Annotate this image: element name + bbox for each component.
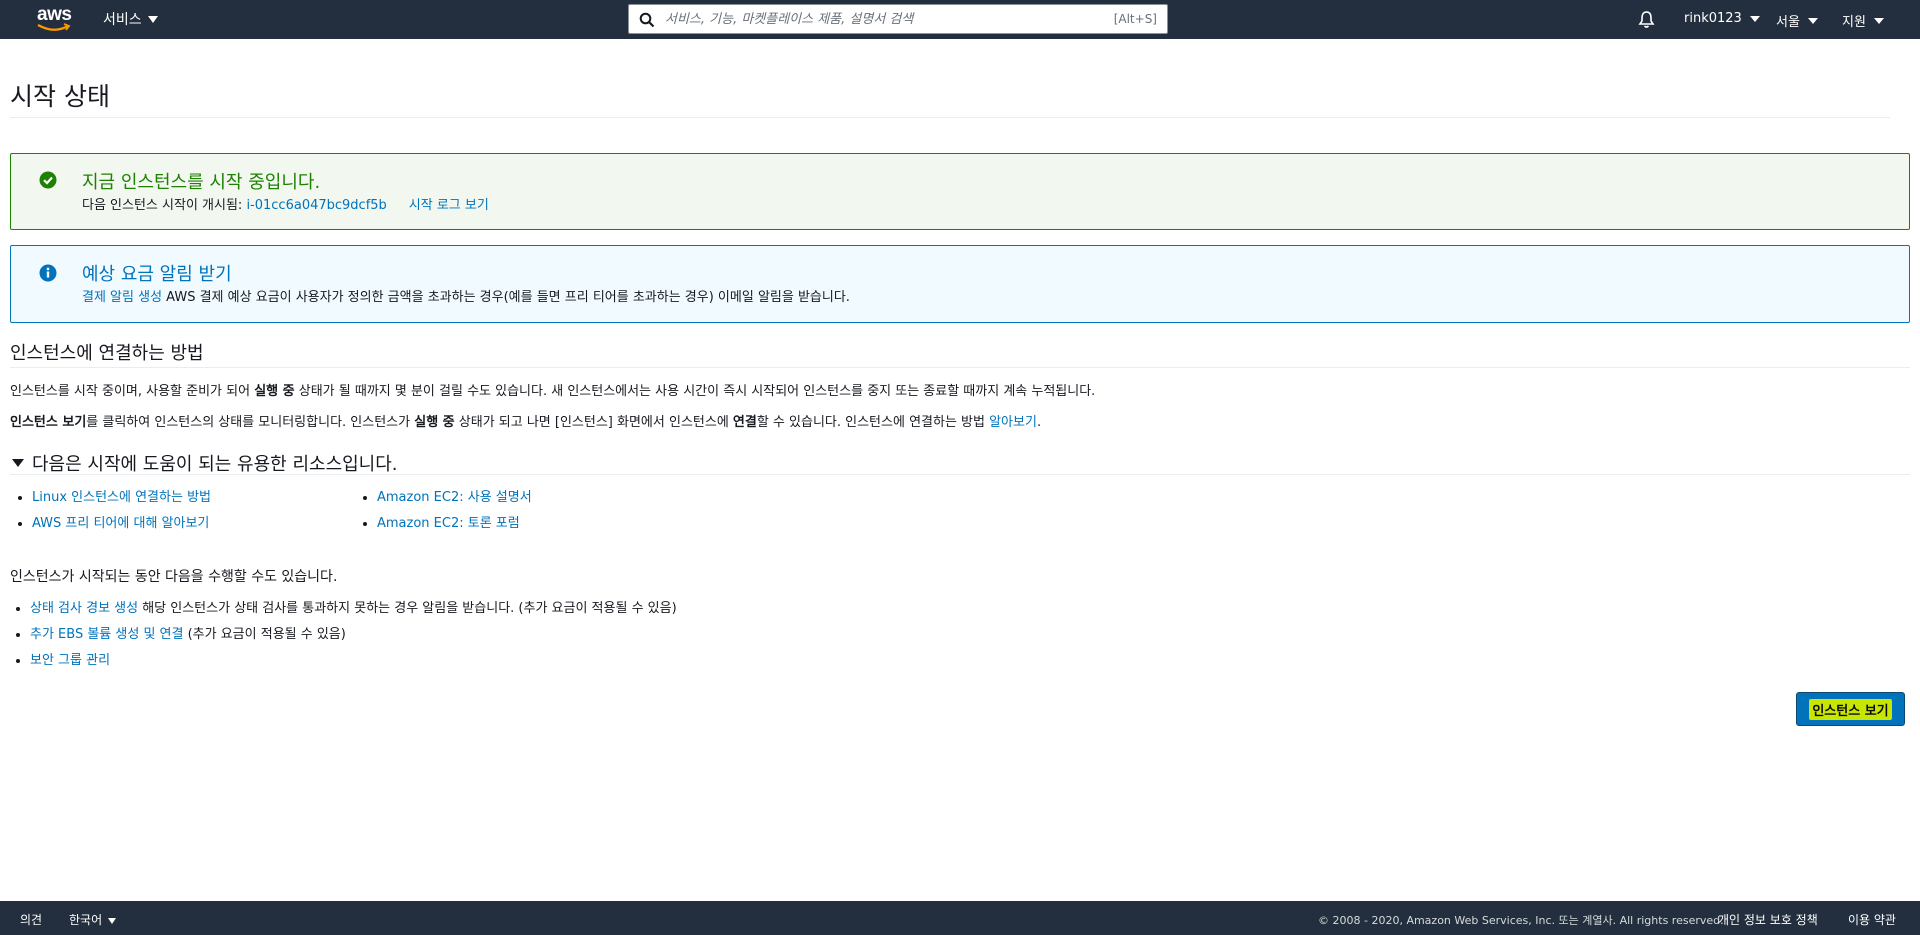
list-item: 상태 검사 경보 생성 해당 인스턴스가 상태 검사를 통과하지 못하는 경우 … bbox=[10, 596, 677, 622]
info-circle-icon bbox=[39, 264, 57, 282]
info-alert-body: 결제 알림 생성 AWS 결제 예상 요금이 사용자가 정의한 금액을 초과하는… bbox=[82, 286, 850, 305]
bold-text: 연결 bbox=[732, 415, 757, 430]
connect-paragraph-1: 인스턴스를 시작 중이며, 사용할 준비가 되어 실행 중 상태가 될 때까지 … bbox=[10, 380, 1095, 399]
resources-list-right: Amazon EC2: 사용 설명서 Amazon EC2: 토론 포럼 bbox=[357, 485, 532, 537]
bell-icon[interactable] bbox=[1638, 10, 1655, 29]
caret-down-icon bbox=[1749, 15, 1760, 22]
instance-id-link[interactable]: i-01cc6a047bc9dcf5b bbox=[246, 198, 386, 213]
text-span: . bbox=[1036, 415, 1042, 430]
bold-text: 실행 중 bbox=[254, 384, 295, 399]
top-navigation: aws 서비스 [Alt+S] rink0123 서울 지원 bbox=[0, 0, 1920, 39]
resources-expander[interactable]: 다음은 시작에 도움이 되는 유용한 리소스입니다. bbox=[12, 450, 398, 476]
copyright-text: © 2008 - 2020, Amazon Web Services, Inc.… bbox=[1318, 914, 1724, 927]
create-billing-alert-link[interactable]: 결제 알림 생성 bbox=[82, 290, 162, 305]
list-item: Linux 인스턴스에 연결하는 방법 bbox=[12, 485, 211, 511]
resource-link-linux-connect[interactable]: Linux 인스턴스에 연결하는 방법 bbox=[32, 490, 211, 505]
view-launch-log-link[interactable]: 시작 로그 보기 bbox=[409, 198, 489, 213]
success-alert-text: 다음 인스턴스 시작이 개시됨: bbox=[82, 198, 247, 213]
tasks-list: 상태 검사 경보 생성 해당 인스턴스가 상태 검사를 통과하지 못하는 경우 … bbox=[10, 596, 677, 674]
resource-link-ec2-guide[interactable]: Amazon EC2: 사용 설명서 bbox=[377, 490, 532, 505]
bold-text: 실행 중 bbox=[414, 415, 455, 430]
resource-link-ec2-forum[interactable]: Amazon EC2: 토론 포럼 bbox=[377, 516, 520, 531]
list-item: AWS 프리 티어에 대해 알아보기 bbox=[12, 511, 211, 537]
list-item: 추가 EBS 볼륨 생성 및 연결 (추가 요금이 적용될 수 있음) bbox=[10, 622, 677, 648]
list-item: Amazon EC2: 사용 설명서 bbox=[357, 485, 532, 511]
services-label: 서비스 bbox=[103, 12, 142, 28]
connect-section-divider bbox=[10, 367, 1910, 368]
create-ebs-volume-link[interactable]: 추가 EBS 볼륨 생성 및 연결 bbox=[30, 627, 183, 642]
caret-down-icon bbox=[1873, 17, 1884, 24]
language-label: 한국어 bbox=[69, 913, 103, 927]
search-icon bbox=[639, 12, 655, 28]
task-description: 해당 인스턴스가 상태 검사를 통과하지 못하는 경우 알림을 받습니다. (추… bbox=[138, 601, 677, 616]
success-alert-title: 지금 인스턴스를 시작 중입니다. bbox=[82, 172, 321, 193]
privacy-policy-link[interactable]: 개인 정보 보호 정책 bbox=[1718, 911, 1818, 928]
view-instances-button[interactable]: 인스턴스 보기 bbox=[1796, 692, 1905, 726]
caret-down-icon bbox=[1807, 17, 1818, 24]
resources-title: 다음은 시작에 도움이 되는 유용한 리소스입니다. bbox=[32, 454, 398, 475]
success-alert-body: 다음 인스턴스 시작이 개시됨: i-01cc6a047bc9dcf5b 시작 로… bbox=[82, 194, 489, 213]
search-shortcut-hint: [Alt+S] bbox=[1113, 12, 1157, 26]
info-alert-title: 예상 요금 알림 받기 bbox=[82, 264, 232, 285]
terms-link[interactable]: 이용 약관 bbox=[1848, 911, 1896, 928]
text-span: 상태가 되고 나면 [인스턴스] 화면에서 인스턴스에 bbox=[454, 415, 733, 430]
language-selector[interactable]: 한국어 bbox=[69, 911, 117, 928]
footer: 의견 한국어 © 2008 - 2020, Amazon Web Service… bbox=[0, 901, 1920, 935]
resources-divider bbox=[10, 474, 1910, 475]
bold-text: 인스턴스 보기 bbox=[10, 415, 87, 430]
text-span: 할 수 있습니다. 인스턴스에 연결하는 방법 bbox=[756, 415, 990, 430]
resources-list-left: Linux 인스턴스에 연결하는 방법 AWS 프리 티어에 대해 알아보기 bbox=[12, 485, 211, 537]
tasks-intro: 인스턴스가 시작되는 동안 다음을 수행할 수도 있습니다. bbox=[10, 569, 338, 585]
aws-logo[interactable]: aws bbox=[34, 4, 74, 34]
caret-down-icon bbox=[108, 917, 117, 924]
page-title: 시작 상태 bbox=[10, 82, 110, 111]
list-item: 보안 그룹 관리 bbox=[10, 648, 677, 674]
task-description: (추가 요금이 적용될 수 있음) bbox=[183, 627, 346, 642]
region-label: 서울 bbox=[1776, 15, 1800, 30]
manage-security-groups-link[interactable]: 보안 그룹 관리 bbox=[30, 653, 110, 668]
caret-down-icon bbox=[147, 15, 158, 23]
view-instances-button-label: 인스턴스 보기 bbox=[1809, 698, 1892, 720]
connect-paragraph-2: 인스턴스 보기를 클릭하여 인스턴스의 상태를 모니터링합니다. 인스턴스가 실… bbox=[10, 411, 1041, 430]
search-input[interactable] bbox=[665, 9, 1085, 29]
aws-smile-icon bbox=[37, 23, 71, 31]
text-span: 인스턴스를 시작 중이며, 사용할 준비가 되어 bbox=[10, 384, 255, 399]
support-label: 지원 bbox=[1842, 15, 1866, 30]
support-menu[interactable]: 지원 bbox=[1842, 11, 1884, 30]
account-label: rink0123 bbox=[1684, 11, 1742, 26]
text-span: 를 클릭하여 인스턴스의 상태를 모니터링합니다. 인스턴스가 bbox=[86, 415, 415, 430]
launch-success-alert: 지금 인스턴스를 시작 중입니다. 다음 인스턴스 시작이 개시됨: i-01c… bbox=[10, 153, 1910, 230]
account-menu[interactable]: rink0123 bbox=[1684, 11, 1760, 26]
billing-alert-info: 예상 요금 알림 받기 결제 알림 생성 AWS 결제 예상 요금이 사용자가 … bbox=[10, 245, 1910, 323]
text-span: 상태가 될 때까지 몇 분이 걸릴 수도 있습니다. 새 인스턴스에서는 사용 … bbox=[294, 384, 1096, 399]
services-menu[interactable]: 서비스 bbox=[103, 9, 158, 29]
connect-section-title: 인스턴스에 연결하는 방법 bbox=[10, 343, 204, 364]
learn-more-link[interactable]: 알아보기 bbox=[989, 415, 1037, 430]
create-status-check-alarm-link[interactable]: 상태 검사 경보 생성 bbox=[30, 601, 138, 616]
list-item: Amazon EC2: 토론 포럼 bbox=[357, 511, 532, 537]
search-bar[interactable]: [Alt+S] bbox=[628, 4, 1168, 34]
caret-down-icon bbox=[12, 459, 24, 467]
title-divider bbox=[10, 117, 1890, 118]
check-circle-icon bbox=[39, 171, 57, 189]
feedback-link[interactable]: 의견 bbox=[20, 911, 42, 928]
info-alert-text: AWS 결제 예상 요금이 사용자가 정의한 금액을 초과하는 경우(예를 들면… bbox=[162, 290, 850, 305]
resource-link-free-tier[interactable]: AWS 프리 티어에 대해 알아보기 bbox=[32, 516, 209, 531]
region-menu[interactable]: 서울 bbox=[1776, 11, 1818, 30]
